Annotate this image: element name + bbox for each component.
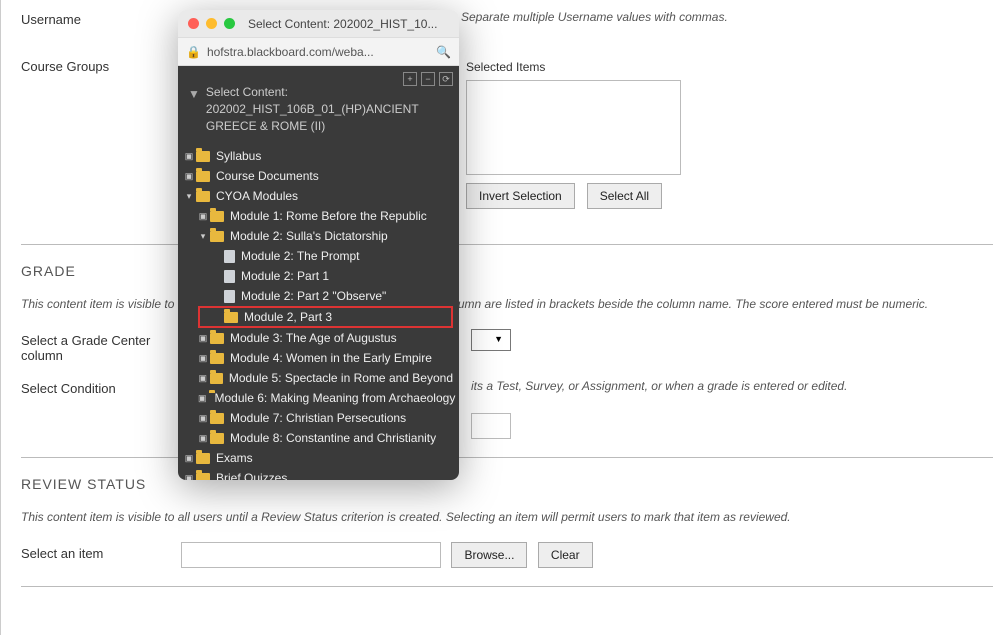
expand-all-icon[interactable]: + [403, 72, 417, 86]
folder-icon [224, 312, 238, 323]
grade-column-select[interactable] [471, 329, 511, 351]
condition-hint: its a Test, Survey, or Assignment, or wh… [471, 379, 847, 393]
username-label: Username [21, 8, 181, 27]
folder-icon [210, 231, 224, 242]
browse-button[interactable]: Browse... [451, 542, 527, 568]
select-condition-label: Select Condition [21, 377, 191, 396]
tree-item-m7[interactable]: ▣Module 7: Christian Persecutions [184, 408, 453, 428]
tree-item-m3[interactable]: ▣Module 3: The Age of Augustus [184, 328, 453, 348]
tree-item-quizzes[interactable]: ▣Brief Quizzes [184, 468, 453, 480]
collapse-all-icon[interactable]: − [421, 72, 435, 86]
folder-icon [210, 373, 223, 384]
search-icon[interactable]: 🔍 [436, 45, 451, 59]
condition-input[interactable] [471, 413, 511, 439]
folder-icon [196, 191, 210, 202]
folder-icon [210, 333, 224, 344]
tree-item-m4[interactable]: ▣Module 4: Women in the Early Empire [184, 348, 453, 368]
grade-col-label: Select a Grade Center column [21, 329, 191, 363]
tree-item-m6[interactable]: ▣Module 6: Making Meaning from Archaeolo… [184, 388, 453, 408]
folder-icon [196, 151, 210, 162]
tree-item-m2-p1[interactable]: Module 2: Part 1 [184, 266, 453, 286]
clear-button[interactable]: Clear [538, 542, 593, 568]
minimize-icon[interactable] [206, 18, 217, 29]
folder-icon [210, 433, 224, 444]
grade-section-desc: This content item is visible to all user… [21, 297, 1003, 311]
tree-item-syllabus[interactable]: ▣Syllabus [184, 146, 453, 166]
select-item-label: Select an item [21, 542, 181, 561]
address-bar: 🔒 hofstra.blackboard.com/weba... 🔍 [178, 38, 459, 66]
tree-item-m2[interactable]: ▾Module 2: Sulla's Dictatorship [184, 226, 453, 246]
zoom-icon[interactable] [224, 18, 235, 29]
select-content-popup: Select Content: 202002_HIST_10... 🔒 hofs… [178, 10, 459, 480]
tree-item-m2-p3[interactable]: Module 2, Part 3 [198, 306, 453, 328]
tree-item-m8[interactable]: ▣Module 8: Constantine and Christianity [184, 428, 453, 448]
tree-item-course-docs[interactable]: ▣Course Documents [184, 166, 453, 186]
tree-item-exams[interactable]: ▣Exams [184, 448, 453, 468]
lock-icon: 🔒 [186, 45, 201, 59]
select-all-button[interactable]: Select All [587, 183, 662, 209]
folder-icon [210, 211, 224, 222]
root-label: Select Content: [206, 85, 288, 99]
invert-selection-button[interactable]: Invert Selection [466, 183, 575, 209]
document-icon [224, 250, 235, 263]
folder-icon [196, 171, 210, 182]
selected-items-panel: Selected Items Invert Selection Select A… [466, 60, 696, 209]
tree-item-cyoa[interactable]: ▾CYOA Modules [184, 186, 453, 206]
close-icon[interactable] [188, 18, 199, 29]
review-section-desc: This content item is visible to all user… [21, 510, 1003, 524]
selected-items-label: Selected Items [466, 60, 696, 74]
review-section-heading: REVIEW STATUS [21, 476, 1003, 492]
folder-icon [196, 473, 210, 480]
tree-item-m1[interactable]: ▣Module 1: Rome Before the Republic [184, 206, 453, 226]
selected-items-listbox[interactable] [466, 80, 681, 175]
refresh-icon[interactable]: ⟳ [439, 72, 453, 86]
folder-icon [196, 453, 210, 464]
course-groups-label: Course Groups [21, 55, 181, 74]
document-icon [224, 290, 235, 303]
popup-titlebar: Select Content: 202002_HIST_10... [178, 10, 459, 38]
folder-icon [210, 413, 224, 424]
tree-item-m2-p2[interactable]: Module 2: Part 2 "Observe" [184, 286, 453, 306]
url-text: hofstra.blackboard.com/weba... [207, 45, 430, 59]
grade-section-heading: GRADE [21, 263, 1003, 279]
tree-item-m2-prompt[interactable]: Module 2: The Prompt [184, 246, 453, 266]
root-course: 202002_HIST_106B_01_(HP)ANCIENT GREECE &… [206, 102, 419, 133]
username-hint: Separate multiple Username values with c… [461, 10, 728, 24]
document-icon [224, 270, 235, 283]
tree-item-m5[interactable]: ▣Module 5: Spectacle in Rome and Beyond [184, 368, 453, 388]
folder-icon [210, 353, 224, 364]
select-item-input[interactable] [181, 542, 441, 568]
popup-title: Select Content: 202002_HIST_10... [248, 17, 449, 31]
